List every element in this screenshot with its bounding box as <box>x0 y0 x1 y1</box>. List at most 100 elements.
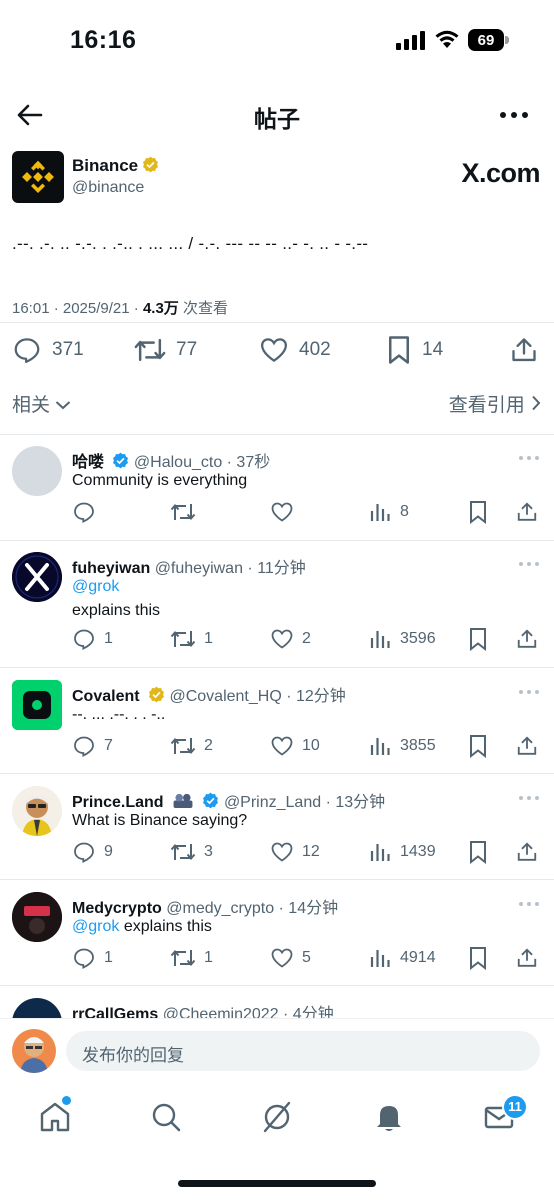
reply-button[interactable] <box>72 499 104 525</box>
post-author-name[interactable]: Binance <box>72 156 159 176</box>
cartoon-avatar-icon <box>12 1029 56 1073</box>
post-actions: 371 77 402 14 <box>0 334 554 366</box>
repost-button[interactable]: 2 <box>170 733 213 759</box>
related-dropdown[interactable]: 相关 <box>12 390 71 417</box>
reply-name[interactable]: 哈喽 <box>72 454 104 471</box>
mention-link[interactable]: @grok <box>72 918 119 935</box>
status-bar: 16:16 69 <box>0 0 554 84</box>
reply-button[interactable]: 371 <box>12 334 84 366</box>
share-button[interactable] <box>516 733 546 759</box>
bookmark-icon <box>470 501 486 524</box>
reply-item[interactable]: Covalent @Covalent_HQ · 12分钟 --. ... .--… <box>0 680 554 770</box>
more-options-icon[interactable] <box>518 454 540 462</box>
chevron-right-icon <box>532 395 541 411</box>
reply-name[interactable]: Medycrypto <box>72 900 162 917</box>
reply-avatar[interactable] <box>12 680 62 730</box>
home-notification-dot <box>62 1096 71 1105</box>
share-button[interactable] <box>516 945 546 971</box>
reply-button[interactable]: 9 <box>72 839 113 865</box>
share-button[interactable] <box>510 334 548 366</box>
repost-button[interactable]: 1 <box>170 945 213 971</box>
verified-gold-badge-icon <box>143 156 159 173</box>
reply-actions: 8 <box>72 499 542 525</box>
reply-name[interactable]: fuheyiwan <box>72 560 150 577</box>
reply-avatar[interactable] <box>12 892 62 942</box>
reply-name[interactable]: Prince.Land <box>72 794 164 811</box>
bookmark-button[interactable] <box>468 626 496 652</box>
repost-button[interactable]: 1 <box>170 626 213 652</box>
home-icon[interactable] <box>38 1100 72 1134</box>
more-options-icon[interactable] <box>498 100 530 130</box>
view-suffix: 次查看 <box>178 300 228 317</box>
more-options-icon[interactable] <box>518 560 540 568</box>
photo-avatar-icon <box>12 892 62 942</box>
view-count[interactable]: 4.3万 <box>143 300 179 317</box>
views-button[interactable]: 1439 <box>370 839 436 865</box>
like-button[interactable]: 5 <box>270 945 311 971</box>
more-options-icon[interactable] <box>518 794 540 802</box>
reply-header: 哈喽 @Halou_cto · 37秒 <box>72 448 270 472</box>
reply-item[interactable]: fuheyiwan @fuheyiwan · 11分钟 @grok explai… <box>0 552 554 664</box>
reply-button[interactable]: 1 <box>72 945 113 971</box>
reply-item[interactable]: Prince.Land @Prinz_Land · 13分钟 What is B… <box>0 786 554 876</box>
views-button[interactable]: 8 <box>370 499 409 525</box>
reply-text-body: explains this <box>119 918 212 935</box>
like-count: 5 <box>302 949 311 966</box>
more-options-icon[interactable] <box>518 688 540 696</box>
chevron-down-icon <box>56 401 71 410</box>
bookmark-button[interactable] <box>468 839 496 865</box>
like-button[interactable]: 2 <box>270 626 311 652</box>
reply-item[interactable]: rrCallGems @Cheemin2022 · 4分钟 <box>0 998 554 1018</box>
affiliate-badge-icon <box>173 793 193 809</box>
reply-name[interactable]: rrCallGems <box>72 1006 158 1018</box>
repost-button[interactable]: 3 <box>170 839 213 865</box>
like-button[interactable]: 10 <box>270 733 320 759</box>
reply-count: 9 <box>104 843 113 860</box>
like-button[interactable]: 12 <box>270 839 320 865</box>
repost-button[interactable] <box>170 499 204 525</box>
reply-handle: @Halou_cto · 37秒 <box>133 454 271 471</box>
reply-composer: 发布你的回复 <box>0 1018 554 1082</box>
views-button[interactable]: 3855 <box>370 733 436 759</box>
reply-item[interactable]: 哈喽 @Halou_cto · 37秒 Community is everyth… <box>0 446 554 538</box>
notifications-bell-icon[interactable] <box>372 1100 406 1134</box>
my-avatar[interactable] <box>12 1029 56 1073</box>
x-logo-avatar-icon <box>12 552 62 602</box>
like-button[interactable] <box>270 499 302 525</box>
heart-icon <box>271 842 293 862</box>
reply-name[interactable]: Covalent <box>72 688 140 705</box>
messages-badge: 11 <box>502 1094 528 1120</box>
reply-avatar[interactable] <box>12 552 62 602</box>
bookmark-button[interactable] <box>468 499 496 525</box>
repost-button[interactable]: 77 <box>134 334 197 366</box>
post-author-handle[interactable]: @binance <box>72 179 144 197</box>
bookmark-button[interactable]: 14 <box>386 334 443 366</box>
reply-avatar[interactable] <box>12 786 62 836</box>
reply-avatar[interactable] <box>12 446 62 496</box>
battery-level: 69 <box>468 29 504 51</box>
reply-item[interactable]: Medycrypto @medy_crypto · 14分钟 @grok exp… <box>0 892 554 982</box>
bookmark-button[interactable] <box>468 733 496 759</box>
share-icon <box>517 842 537 861</box>
like-button[interactable]: 402 <box>259 334 331 366</box>
views-button[interactable]: 4914 <box>370 945 436 971</box>
reply-button[interactable]: 1 <box>72 626 113 652</box>
reply-input[interactable]: 发布你的回复 <box>66 1031 540 1071</box>
more-options-icon[interactable] <box>518 900 540 908</box>
post-timestamp: 16:01 · 2025/9/21 · <box>12 300 143 317</box>
reply-avatar[interactable] <box>12 998 62 1018</box>
mention-link[interactable]: @grok <box>72 578 119 595</box>
grok-icon[interactable] <box>260 1100 294 1134</box>
view-quotes-link[interactable]: 查看引用 <box>449 390 542 417</box>
bookmark-button[interactable] <box>468 945 496 971</box>
share-button[interactable] <box>516 626 546 652</box>
reply-button[interactable]: 7 <box>72 733 113 759</box>
views-button[interactable]: 3596 <box>370 626 436 652</box>
reply-mention[interactable]: @grok <box>72 578 119 596</box>
binance-logo-icon <box>22 160 54 193</box>
share-button[interactable] <box>516 839 546 865</box>
search-icon[interactable] <box>149 1100 183 1134</box>
repost-count: 1 <box>204 630 213 647</box>
share-button[interactable] <box>516 499 546 525</box>
binance-avatar[interactable] <box>12 151 64 203</box>
